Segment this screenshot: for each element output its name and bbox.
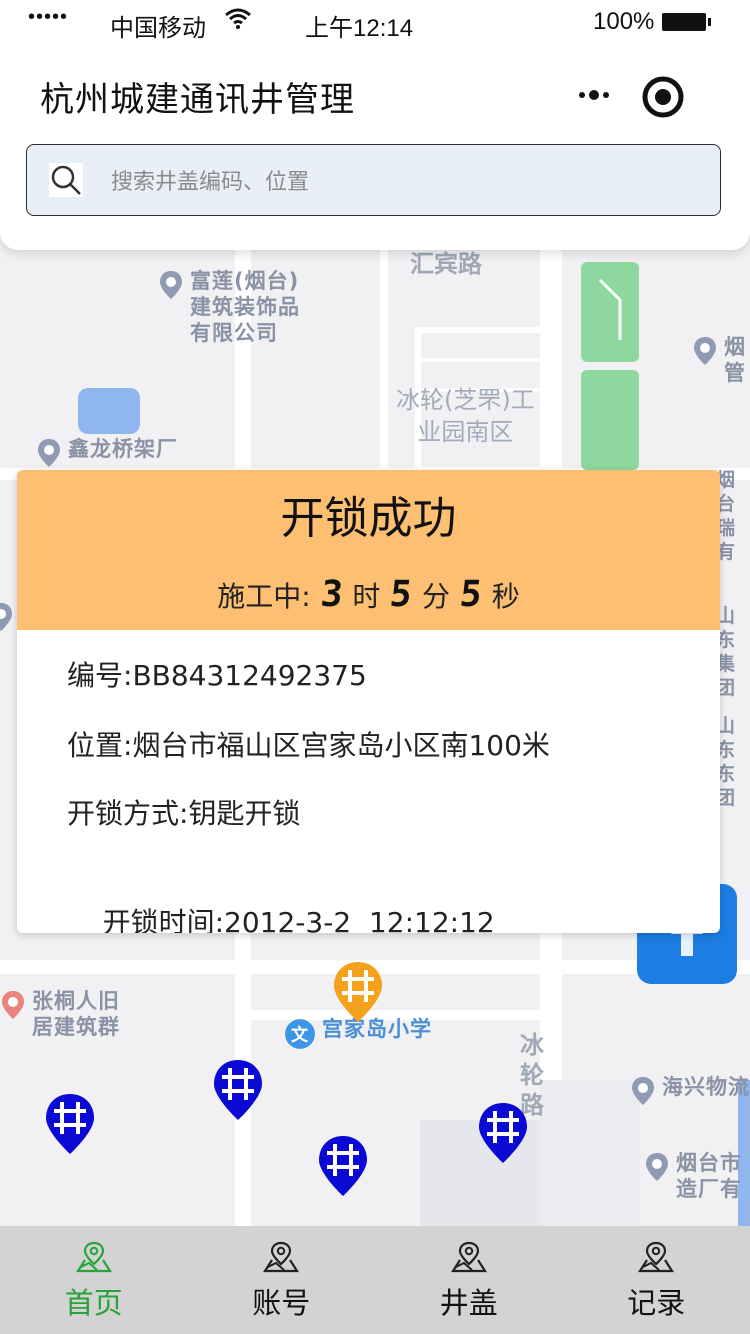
battery-percent: 100% (593, 8, 655, 35)
right-edge-line3: 山东 (716, 605, 737, 651)
poi-yan-guan-line1: 烟 (724, 335, 746, 359)
map-pin-icon (263, 1241, 300, 1273)
poi-yantai-line2: 造厂有 (676, 1177, 742, 1201)
field-unlock-time-label: 开锁时间: (102, 906, 225, 933)
clock: 上午12:14 (305, 15, 414, 42)
page-title: 杭州城建通讯井管理 (40, 80, 355, 120)
field-location: 位置:烟台市福山区宫家岛小区南100米 (67, 724, 550, 764)
tab-records[interactable]: 记录 (563, 1226, 750, 1334)
tab-account-label: 账号 (252, 1286, 311, 1320)
timer-minutes-unit: 分 (422, 580, 451, 613)
manhole-marker[interactable] (212, 1058, 264, 1122)
unlock-result-card: 开锁成功 施工中: 3 时 5 分 5 秒 编号:BB84312492375 位… (17, 470, 720, 933)
manhole-marker[interactable] (44, 1092, 96, 1156)
search-input[interactable]: 搜索井盖编码、位置 (26, 144, 721, 216)
timer-hours-unit: 时 (352, 580, 381, 613)
unlock-card-header: 开锁成功 施工中: 3 时 5 分 5 秒 (17, 470, 720, 630)
search-placeholder: 搜索井盖编码、位置 (111, 170, 310, 195)
wifi-icon (225, 8, 251, 29)
location-pin-icon (38, 439, 60, 467)
poi-yan-guan[interactable]: 烟 管 (692, 334, 746, 386)
poi-fulian-line2: 建筑装饰品 (190, 295, 300, 319)
poi-fulian-line3: 有限公司 (190, 321, 278, 345)
field-unlock-method-value: 钥匙开锁 (188, 797, 301, 830)
tab-manhole-label: 井盖 (439, 1286, 498, 1320)
tab-account[interactable]: 账号 (188, 1226, 376, 1334)
poi-fulian[interactable]: 富莲(烟台) 建筑装饰品 有限公司 (158, 268, 300, 346)
poi-haixing[interactable]: 海兴物流 (630, 1074, 750, 1106)
status-bar: ••••• 中国移动 上午12:14 100% (0, 0, 750, 44)
timer-hours: 3 (318, 574, 345, 615)
right-edge-line2: 瑞有 (716, 517, 737, 563)
map-pin-icon (638, 1241, 675, 1273)
svg-text:文: 文 (291, 1024, 309, 1045)
poi-zhangtong-line2: 居建筑群 (32, 1015, 120, 1039)
search-icon (49, 163, 83, 197)
manhole-marker-active[interactable] (332, 960, 384, 1024)
field-number-value: BB84312492375 (132, 659, 367, 692)
poi-xinlong[interactable]: 鑫龙桥架厂 (36, 436, 178, 468)
tab-home-label: 首页 (64, 1286, 123, 1320)
right-edge-line5: 山东 (716, 715, 737, 761)
field-unlock-time: 开锁时间:2012-3-2 12:12:12 (67, 868, 495, 933)
top-header: ••••• 中国移动 上午12:14 100% 杭州城建通讯井管理 搜索井盖编码… (0, 0, 750, 250)
manhole-marker[interactable] (477, 1101, 529, 1165)
right-edge-line6: 东团 (716, 763, 737, 809)
area-binglun-line2: 业园南区 (417, 418, 514, 446)
location-pin-icon (632, 1077, 654, 1105)
map-pin-icon (75, 1241, 112, 1273)
field-unlock-method: 开锁方式:钥匙开锁 (67, 792, 300, 832)
location-pin-icon (0, 603, 12, 631)
area-binglun: 冰轮(芝罘)工 业园南区 (396, 384, 535, 448)
tab-home[interactable]: 首页 (0, 1226, 188, 1334)
location-pin-icon (646, 1153, 668, 1181)
more-dots-icon[interactable] (574, 80, 614, 110)
poi-yantai-zaochuan[interactable]: 烟台市 造厂有 (644, 1150, 742, 1202)
area-binglun-line1: 冰轮(芝罘)工 (396, 386, 535, 414)
poi-yan-guan-line2: 管 (724, 361, 746, 385)
school-pin-icon: 文 (285, 1019, 315, 1049)
poi-xinlong-label: 鑫龙桥架厂 (68, 437, 178, 461)
tab-manhole[interactable]: 井盖 (375, 1226, 563, 1334)
location-pin-icon (694, 337, 716, 365)
carrier-name: 中国移动 (110, 15, 206, 42)
timer-seconds: 5 (457, 574, 484, 615)
poi-yantai-line1: 烟台市 (676, 1151, 742, 1175)
field-number: 编号:BB84312492375 (67, 654, 367, 694)
field-unlock-time-value: 2012-3-2 12:12:12 (224, 906, 495, 933)
unlock-success-title: 开锁成功 (280, 493, 457, 544)
location-pin-icon (2, 991, 24, 1019)
field-number-label: 编号: (67, 659, 133, 692)
field-location-label: 位置: (67, 729, 133, 762)
poi-zhangtong[interactable]: 张桐人旧 居建筑群 (0, 988, 120, 1040)
timer-minutes: 5 (388, 574, 415, 615)
field-unlock-method-label: 开锁方式: (67, 797, 189, 830)
field-location-value: 烟台市福山区宫家岛小区南100米 (132, 729, 550, 762)
battery-icon (662, 13, 711, 31)
target-icon[interactable] (640, 74, 686, 120)
tab-records-label: 记录 (627, 1286, 686, 1320)
construction-timer: 施工中: 3 时 5 分 5 秒 (17, 574, 720, 615)
timer-prefix: 施工中: (217, 580, 311, 613)
location-pin-icon (160, 271, 182, 299)
right-edge-line4: 集团 (716, 653, 737, 699)
manhole-marker[interactable] (317, 1134, 369, 1198)
poi-right-edge: 烟台 瑞有 山东 集团 山东 东团 (716, 468, 750, 810)
right-edge-line1: 烟台 (716, 469, 737, 515)
bottom-tab-bar: 首页 账号 井盖 记录 (0, 1226, 750, 1334)
poi-fulian-line1: 富莲(烟台) (190, 269, 300, 293)
map-pin-icon (450, 1241, 487, 1273)
signal-strength-icon: ••••• (28, 6, 69, 28)
timer-seconds-unit: 秒 (491, 580, 520, 613)
poi-zhangtong-line1: 张桐人旧 (32, 989, 120, 1013)
poi-haixing-label: 海兴物流 (662, 1075, 750, 1099)
